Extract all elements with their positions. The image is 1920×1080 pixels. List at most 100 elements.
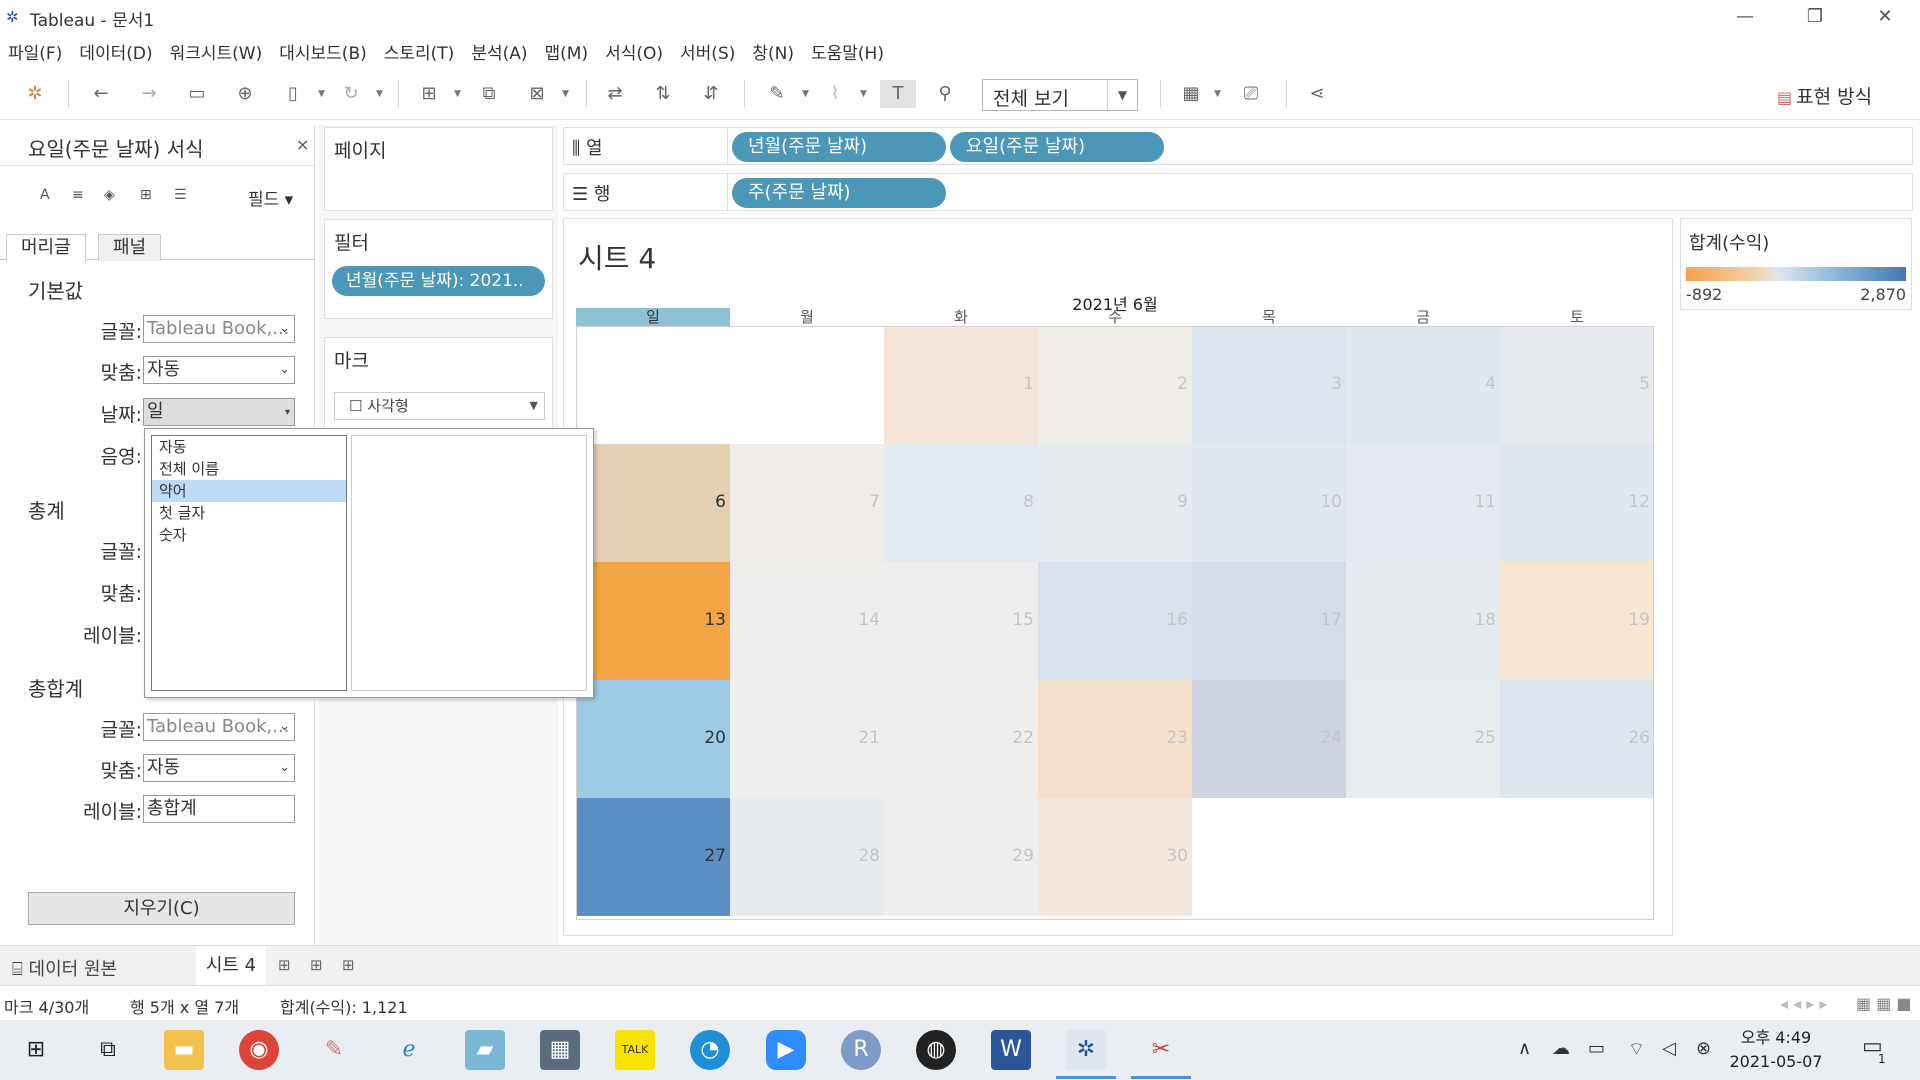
- battery-icon[interactable]: ▭: [1588, 1038, 1605, 1059]
- weekday-header[interactable]: 목: [1192, 308, 1346, 326]
- group-dropdown-icon[interactable]: ▼: [860, 89, 867, 99]
- word-icon[interactable]: W: [991, 1030, 1031, 1070]
- tableau-taskbar-icon[interactable]: ✲: [1066, 1030, 1106, 1070]
- new-dashboard-tab-icon[interactable]: ⊞: [310, 956, 323, 974]
- format-lines-icon[interactable]: ☰: [174, 187, 187, 203]
- clear-button[interactable]: 지우기(C): [28, 892, 295, 925]
- rows-pill-week[interactable]: 주(주문 날짜): [732, 178, 946, 208]
- calendar-cell[interactable]: 12: [1500, 444, 1654, 562]
- wifi-icon[interactable]: ⌔: [1628, 1038, 1645, 1061]
- calendar-cell[interactable]: 28: [730, 798, 884, 916]
- sort-descending-icon[interactable]: ⇵: [698, 80, 724, 108]
- weekday-header[interactable]: 수: [1038, 308, 1192, 326]
- calendar-cell[interactable]: 3: [1192, 326, 1346, 444]
- calendar-cell[interactable]: 20: [576, 680, 730, 798]
- menu-format[interactable]: 서식(O): [605, 39, 663, 64]
- cards-dropdown-icon[interactable]: ▼: [1214, 89, 1221, 99]
- default-dates-select[interactable]: 일 ▾: [143, 398, 295, 426]
- date-option-auto[interactable]: 자동: [152, 436, 346, 458]
- date-option-first-letter[interactable]: 첫 글자: [152, 502, 346, 524]
- calendar-cell[interactable]: 13: [576, 562, 730, 680]
- sheet-title[interactable]: 시트 4: [578, 237, 656, 277]
- new-data-source-icon[interactable]: ⊕: [232, 80, 258, 108]
- rows-shelf[interactable]: ☰ 행 주(주문 날짜): [563, 173, 1913, 211]
- restore-button[interactable]: ❐: [1780, 0, 1850, 34]
- calendar-cell[interactable]: [576, 326, 730, 444]
- refresh-icon[interactable]: ↻: [338, 80, 364, 108]
- refresh-dropdown-icon[interactable]: ▼: [376, 89, 383, 99]
- show-me-button[interactable]: ▤ 표현 방식: [1777, 82, 1872, 109]
- calendar-cell[interactable]: 2: [1038, 326, 1192, 444]
- date-option-number[interactable]: 숫자: [152, 524, 346, 546]
- calculator-icon[interactable]: ▦: [540, 1030, 580, 1070]
- menu-worksheet[interactable]: 워크시트(W): [170, 39, 263, 64]
- format-alignment-icon[interactable]: ≡: [72, 187, 84, 203]
- calendar-cell[interactable]: 19: [1500, 562, 1654, 680]
- calendar-cell[interactable]: 22: [884, 680, 1038, 798]
- calendar-cell[interactable]: 25: [1346, 680, 1500, 798]
- calendar-cell[interactable]: 10: [1192, 444, 1346, 562]
- volume-icon[interactable]: ◁: [1662, 1038, 1676, 1059]
- new-worksheet-icon[interactable]: ⊞: [416, 80, 442, 108]
- share-icon[interactable]: ⋖: [1304, 80, 1330, 108]
- grand-font-select[interactable]: Tableau Book,... ⌄: [143, 713, 295, 741]
- chevron-down-icon[interactable]: ▼: [1107, 80, 1137, 110]
- menu-help[interactable]: 도움말(H): [811, 39, 884, 64]
- calendar-cell[interactable]: 30: [1038, 798, 1192, 916]
- presentation-mode-icon[interactable]: ⎚: [1238, 80, 1264, 108]
- grand-align-select[interactable]: 자동 ⌄: [143, 754, 295, 782]
- new-worksheet-tab-icon[interactable]: ⊞: [278, 956, 291, 974]
- calendar-cell[interactable]: 6: [576, 444, 730, 562]
- format-font-icon[interactable]: A: [40, 187, 50, 203]
- menu-map[interactable]: 맵(M): [545, 39, 589, 64]
- taskbar-clock[interactable]: 오후 4:49 2021-05-07: [1722, 1026, 1830, 1074]
- calendar-cell[interactable]: 24: [1192, 680, 1346, 798]
- show-hide-cards-icon[interactable]: ▦: [1178, 80, 1204, 108]
- weekday-header[interactable]: 화: [884, 308, 1038, 326]
- new-story-tab-icon[interactable]: ⊞: [342, 956, 355, 974]
- calendar-cell[interactable]: [1346, 798, 1500, 916]
- calendar-cell[interactable]: 26: [1500, 680, 1654, 798]
- calendar-cell[interactable]: 29: [884, 798, 1038, 916]
- calendar-cell[interactable]: [1192, 798, 1346, 916]
- menu-story[interactable]: 스토리(T): [384, 39, 455, 64]
- calendar-cell[interactable]: 11: [1346, 444, 1500, 562]
- calendar-cell[interactable]: 8: [884, 444, 1038, 562]
- tab-pane[interactable]: 패널: [98, 234, 162, 261]
- calendar-cell[interactable]: [1500, 798, 1654, 916]
- menu-server[interactable]: 서버(S): [680, 39, 735, 64]
- grand-label-input[interactable]: 총합계: [143, 795, 295, 823]
- clear-sheet-icon[interactable]: ⊠: [524, 80, 550, 108]
- tableau-home-icon[interactable]: ✲: [22, 80, 48, 108]
- menu-window[interactable]: 창(N): [752, 39, 794, 64]
- default-align-select[interactable]: 자동 ⌄: [143, 356, 295, 384]
- weekday-header[interactable]: 일: [576, 308, 730, 326]
- calendar-cell[interactable]: 4: [1346, 326, 1500, 444]
- calendar-heatmap[interactable]: 2021년 6월 일월화수목금토 1 2 3 4 5 6 7 8 9 10 11 12 13 14 15 16…: [576, 291, 1654, 927]
- format-borders-icon[interactable]: ⊞: [140, 187, 152, 203]
- date-option-abbreviation[interactable]: 약어: [152, 480, 346, 502]
- chrome-icon[interactable]: ◉: [239, 1030, 279, 1070]
- calendar-cell[interactable]: 17: [1192, 562, 1346, 680]
- windows-start-icon[interactable]: ⊞: [16, 1030, 56, 1070]
- sort-ascending-icon[interactable]: ⇅: [650, 80, 676, 108]
- internet-explorer-icon[interactable]: ℯ: [389, 1030, 429, 1070]
- columns-pill-weekday[interactable]: 요일(주문 날짜): [950, 132, 1164, 162]
- calendar-cell[interactable]: 5: [1500, 326, 1654, 444]
- pause-dropdown-icon[interactable]: ▼: [318, 89, 325, 99]
- calendar-cell[interactable]: 27: [576, 798, 730, 916]
- tray-close-icon[interactable]: ⊗: [1696, 1038, 1711, 1059]
- notepad-icon[interactable]: ▰: [465, 1030, 505, 1070]
- sheet-tab-active[interactable]: 시트 4: [196, 946, 266, 986]
- fit-view-select[interactable]: 전체 보기 ▼: [982, 79, 1138, 111]
- redo-icon[interactable]: →: [136, 80, 162, 108]
- weekday-header[interactable]: 월: [730, 308, 884, 326]
- undo-icon[interactable]: ←: [88, 80, 114, 108]
- onedrive-icon[interactable]: ☁: [1552, 1038, 1570, 1059]
- mark-type-select[interactable]: ☐ 사각형 ▼: [334, 392, 545, 420]
- fix-axes-icon[interactable]: ⚲: [932, 80, 958, 108]
- edge-icon[interactable]: ◔: [690, 1030, 730, 1070]
- save-icon[interactable]: ▭: [184, 80, 210, 108]
- calendar-cell[interactable]: 23: [1038, 680, 1192, 798]
- menu-data[interactable]: 데이터(D): [79, 39, 152, 64]
